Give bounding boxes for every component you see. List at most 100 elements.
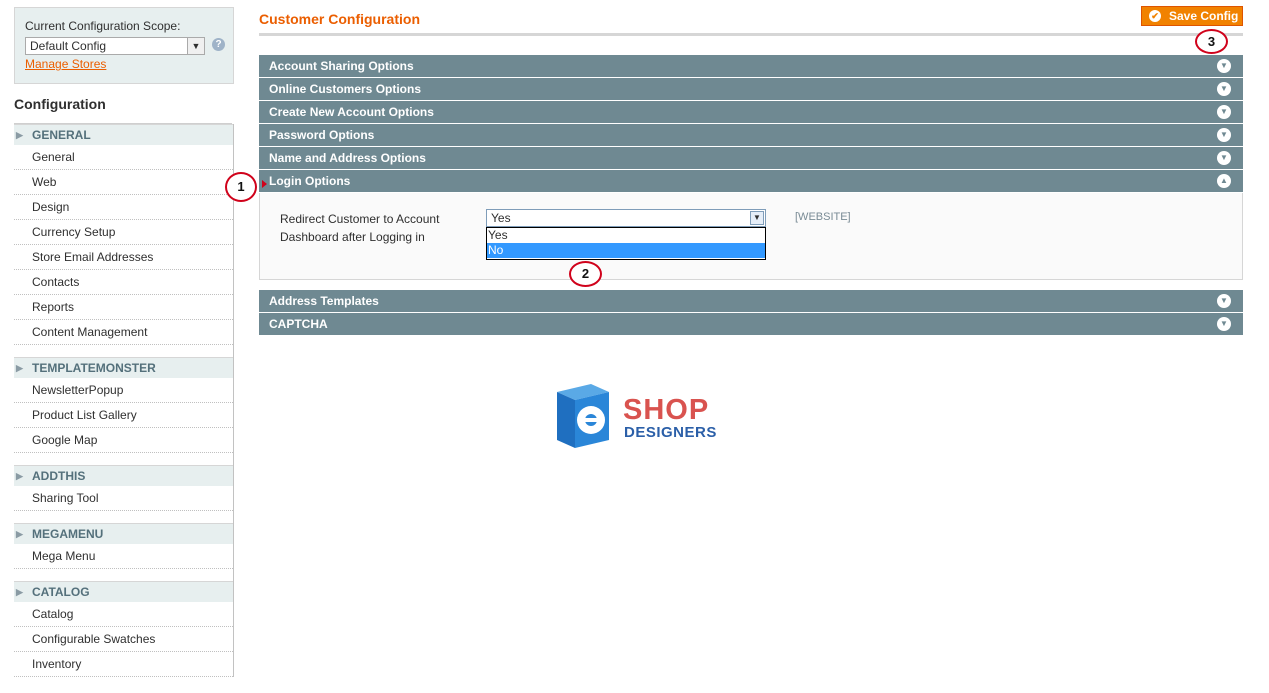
- triangle-right-icon: ▶: [16, 529, 23, 539]
- triangle-right-icon: ▶: [16, 471, 23, 481]
- section-password-options[interactable]: Password Options ▼: [259, 124, 1243, 146]
- title-divider: [259, 33, 1243, 36]
- sidebar-item-label: Google Map: [32, 433, 98, 447]
- section-name-and-address-options[interactable]: Name and Address Options ▼: [259, 147, 1243, 169]
- logo-designers-text: DESIGNERS: [624, 424, 717, 441]
- redirect-field-label: Redirect Customer to Account Dashboard a…: [280, 212, 440, 244]
- sidebar-item-label: Catalog: [32, 607, 74, 621]
- sidebar-item-product-list-gallery[interactable]: Product List Gallery: [14, 403, 233, 428]
- sidebar-item-label: Reports: [32, 300, 75, 314]
- expand-icon[interactable]: ▼: [1217, 82, 1231, 96]
- sidebar-item-label: Configurable Swatches: [32, 632, 156, 646]
- expand-icon[interactable]: ▼: [1217, 105, 1231, 119]
- section-title: Password Options: [269, 128, 375, 142]
- chevron-down-icon[interactable]: ▼: [750, 211, 764, 225]
- sidebar-item-label: NewsletterPopup: [32, 383, 124, 397]
- sidebar-item-label: General: [32, 150, 75, 164]
- section-title: Account Sharing Options: [269, 59, 414, 73]
- section-title: Create New Account Options: [269, 105, 434, 119]
- triangle-right-icon: ▶: [16, 587, 23, 597]
- sidebar-item-currency-setup[interactable]: Currency Setup: [14, 220, 233, 245]
- scope-switcher-panel: Current Configuration Scope: Default Con…: [14, 7, 234, 84]
- sidebar-item-content-management[interactable]: Content Management: [14, 320, 233, 345]
- logo-cube-icon: [557, 384, 609, 448]
- sidebar-item-newsletterpopup[interactable]: NewsletterPopup: [14, 378, 233, 403]
- sidebar-item-label: Mega Menu: [32, 549, 96, 563]
- save-config-button[interactable]: ✔ Save Config: [1141, 6, 1243, 26]
- section-title: Address Templates: [269, 294, 379, 308]
- expand-icon[interactable]: ▼: [1217, 317, 1231, 331]
- section-online-customers-options[interactable]: Online Customers Options ▼: [259, 78, 1243, 100]
- configuration-heading: Configuration: [14, 85, 232, 124]
- callout-1: 1: [225, 172, 257, 202]
- tab-group-general[interactable]: ▶ GENERAL: [14, 124, 233, 145]
- redirect-dropdown-list: Yes No: [486, 227, 766, 260]
- sidebar-item-label: Content Management: [32, 325, 148, 339]
- sidebar-item-google-map[interactable]: Google Map: [14, 428, 233, 453]
- sidebar-item-web[interactable]: Web: [14, 170, 233, 195]
- dropdown-option-yes[interactable]: Yes: [487, 228, 765, 243]
- expand-icon[interactable]: ▼: [1217, 151, 1231, 165]
- sidebar-item-contacts[interactable]: Contacts: [14, 270, 233, 295]
- check-icon: ✔: [1149, 10, 1161, 22]
- login-options-panel: Redirect Customer to Account Dashboard a…: [259, 193, 1243, 280]
- collapse-icon[interactable]: ▲: [1217, 174, 1231, 188]
- config-tabs: ▶ GENERAL General Web Design Currency Setup St…: [14, 124, 234, 677]
- logo-shop-text: SHOP: [623, 394, 710, 426]
- section-title: CAPTCHA: [269, 317, 328, 331]
- expand-icon[interactable]: ▼: [1217, 128, 1231, 142]
- save-config-label: Save Config: [1169, 9, 1239, 23]
- scope-select[interactable]: Default Config ▼: [25, 37, 205, 55]
- sidebar-item-store-email-addresses[interactable]: Store Email Addresses: [14, 245, 233, 270]
- triangle-right-icon: ▶: [16, 363, 23, 373]
- scope-label: Current Configuration Scope:: [25, 19, 181, 33]
- tab-group-label: MEGAMENU: [32, 527, 104, 541]
- dropdown-option-no[interactable]: No: [487, 243, 765, 258]
- sidebar-item-label: Currency Setup: [32, 225, 116, 239]
- eshop-designers-logo: SHOP DESIGNERS: [551, 380, 761, 455]
- tab-group-label: ADDTHIS: [32, 469, 86, 483]
- tab-group-megamenu[interactable]: ▶ MEGAMENU: [14, 523, 233, 544]
- help-icon[interactable]: ?: [212, 38, 225, 51]
- section-account-sharing-options[interactable]: Account Sharing Options ▼: [259, 55, 1243, 77]
- sidebar-item-label: Web: [32, 175, 57, 189]
- section-title: Login Options: [269, 174, 351, 188]
- tab-group-templatemonster[interactable]: ▶ TEMPLATEMONSTER: [14, 357, 233, 378]
- sidebar-item-catalog[interactable]: Catalog: [14, 602, 233, 627]
- redirect-select[interactable]: Yes ▼: [486, 209, 766, 227]
- sidebar-item-label: Design: [32, 200, 70, 214]
- section-title: Name and Address Options: [269, 151, 426, 165]
- tab-group-label: CATALOG: [32, 585, 90, 599]
- sidebar-item-general[interactable]: General: [14, 145, 233, 170]
- chevron-down-icon[interactable]: ▼: [187, 38, 204, 54]
- expand-icon[interactable]: ▼: [1217, 59, 1231, 73]
- sidebar-item-inventory[interactable]: Inventory: [14, 652, 233, 677]
- sidebar-item-mega-menu[interactable]: Mega Menu: [14, 544, 233, 569]
- redirect-select-value: Yes: [491, 211, 511, 225]
- callout-3: 3: [1195, 29, 1228, 54]
- expand-icon[interactable]: ▼: [1217, 294, 1231, 308]
- sidebar-item-configurable-swatches[interactable]: Configurable Swatches: [14, 627, 233, 652]
- scope-select-value: Default Config: [30, 39, 107, 53]
- tab-group-label: GENERAL: [32, 128, 91, 142]
- sidebar-item-reports[interactable]: Reports: [14, 295, 233, 320]
- section-title: Online Customers Options: [269, 82, 422, 96]
- sidebar-item-label: Sharing Tool: [32, 491, 99, 505]
- section-address-templates[interactable]: Address Templates ▼: [259, 290, 1243, 312]
- tab-group-addthis[interactable]: ▶ ADDTHIS: [14, 465, 233, 486]
- page-title: Customer Configuration: [259, 11, 420, 27]
- sidebar-item-label: Product List Gallery: [32, 408, 137, 422]
- section-login-options[interactable]: Login Options ▲: [259, 170, 1243, 192]
- sidebar-item-design[interactable]: Design: [14, 195, 233, 220]
- section-captcha[interactable]: CAPTCHA ▼: [259, 313, 1243, 335]
- sidebar-item-sharing-tool[interactable]: Sharing Tool: [14, 486, 233, 511]
- tab-group-label: TEMPLATEMONSTER: [32, 361, 156, 375]
- sidebar-item-label: Store Email Addresses: [32, 250, 154, 264]
- manage-stores-link[interactable]: Manage Stores: [25, 57, 106, 71]
- tab-group-catalog[interactable]: ▶ CATALOG: [14, 581, 233, 602]
- sidebar-item-label: Contacts: [32, 275, 80, 289]
- section-create-new-account-options[interactable]: Create New Account Options ▼: [259, 101, 1243, 123]
